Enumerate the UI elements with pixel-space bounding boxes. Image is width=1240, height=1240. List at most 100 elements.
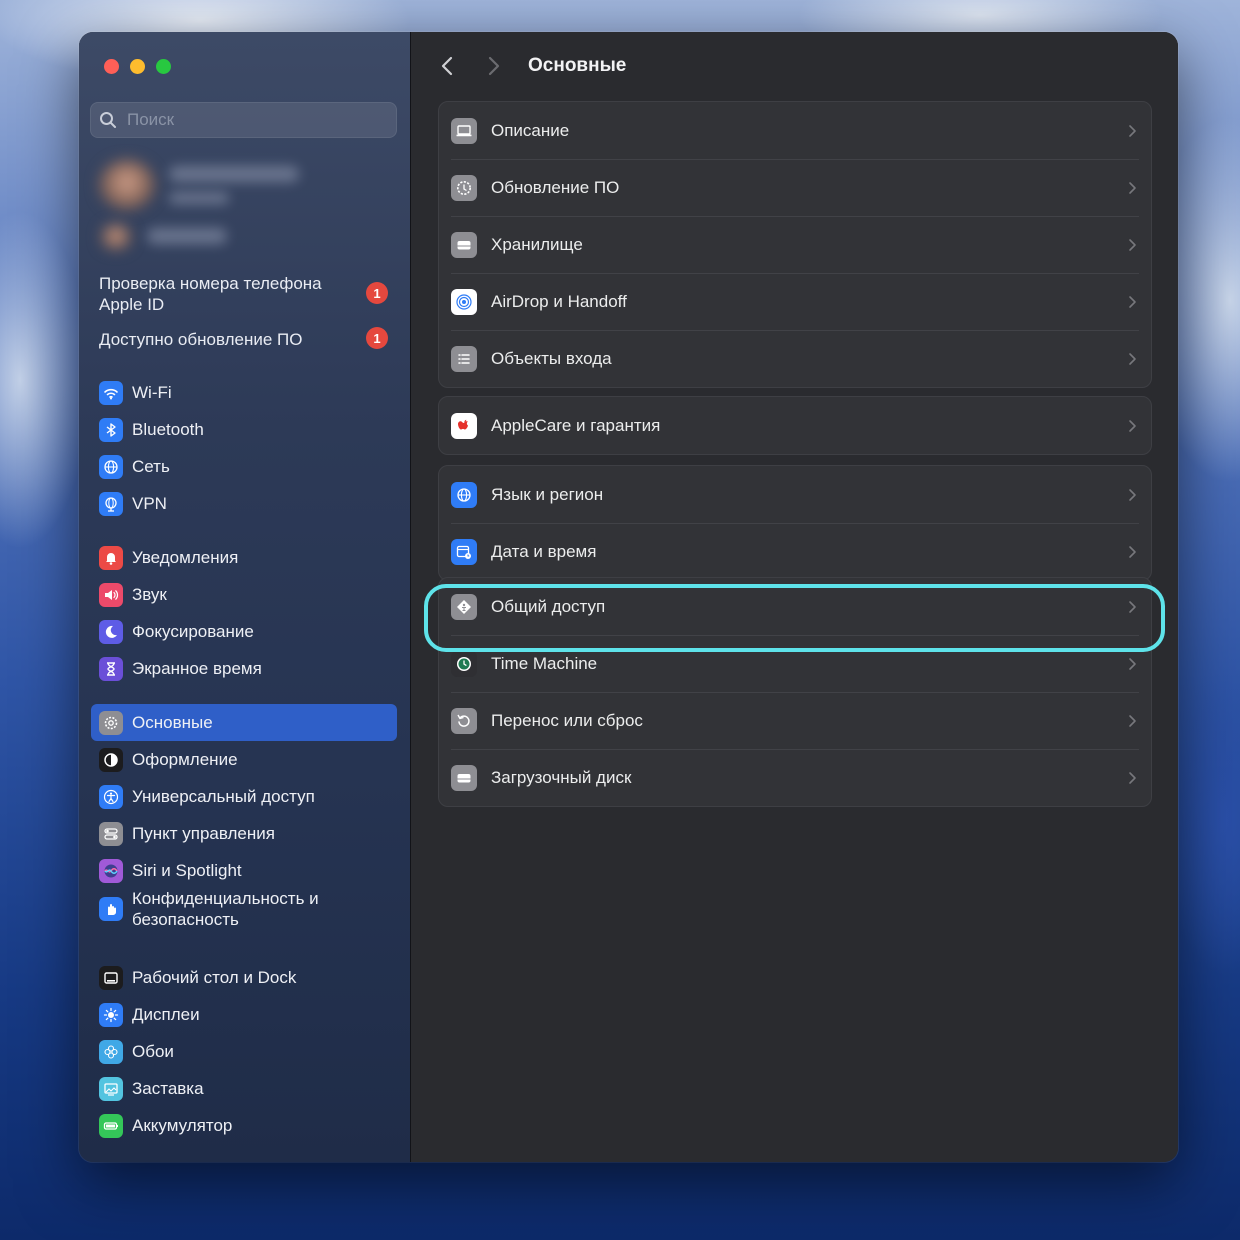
sidebar-item-label: Обои — [132, 1042, 174, 1061]
settings-row-label: Объекты входа — [491, 348, 612, 368]
sidebar-item-label: Рабочий стол и Dock — [132, 968, 297, 987]
laptop-icon — [451, 117, 477, 144]
startup-disk-icon — [451, 764, 477, 791]
sidebar-item-speaker[interactable]: Звук — [91, 576, 397, 613]
screensaver-icon — [99, 1076, 123, 1101]
settings-group: Язык и регион Дата и время — [438, 465, 1152, 581]
sidebar-item-label: Сеть — [132, 457, 170, 476]
flower-icon — [99, 1039, 123, 1064]
notice-software-update[interactable]: Доступно обновление ПО — [99, 329, 349, 350]
settings-row-label: Перенос или сброс — [491, 710, 643, 730]
sidebar-item-globe[interactable]: Сеть — [91, 448, 397, 485]
chevron-right-icon — [1129, 124, 1136, 137]
settings-row-reset[interactable]: Перенос или сброс — [439, 692, 1151, 749]
sidebar-item-vpn-globe[interactable]: VPN — [91, 485, 397, 522]
minimize-button[interactable] — [130, 59, 145, 74]
settings-row-label: Описание — [491, 120, 570, 140]
search-field[interactable] — [90, 102, 397, 138]
sidebar-item-bell[interactable]: Уведомления — [91, 539, 397, 576]
sidebar-item-siri[interactable]: Siri и Spotlight — [91, 852, 397, 889]
time-machine-icon — [451, 650, 477, 677]
search-input[interactable] — [125, 109, 379, 131]
settings-row-language-globe[interactable]: Язык и регион — [439, 466, 1151, 523]
notice-badge: 1 — [366, 327, 388, 349]
chevron-right-icon — [1129, 352, 1136, 365]
settings-row-storage[interactable]: Хранилище — [439, 216, 1151, 273]
sidebar-item-battery[interactable]: Аккумулятор — [91, 1107, 397, 1144]
sidebar-item-bluetooth[interactable]: Bluetooth — [91, 411, 397, 448]
sharing-icon — [451, 593, 477, 620]
sidebar-item-label: Универсальный доступ — [132, 787, 315, 806]
sidebar-item-gear[interactable]: Основные — [91, 704, 397, 741]
sidebar-item-hand[interactable]: Конфиденциальность и безопасность — [91, 885, 397, 933]
settings-row-time-machine[interactable]: Time Machine — [439, 635, 1151, 692]
sidebar-item-moon[interactable]: Фокусирование — [91, 613, 397, 650]
chevron-left-icon — [441, 56, 453, 76]
sidebar-item-wifi[interactable]: Wi-Fi — [91, 374, 397, 411]
sidebar-item-label: Экранное время — [132, 659, 262, 678]
sidebar-item-dock[interactable]: Рабочий стол и Dock — [91, 959, 397, 996]
sidebar-item-control-center[interactable]: Пункт управления — [91, 815, 397, 852]
forward-button[interactable] — [482, 54, 506, 78]
chevron-right-icon — [488, 56, 500, 76]
sidebar-item-hourglass[interactable]: Экранное время — [91, 650, 397, 687]
zoom-button[interactable] — [156, 59, 171, 74]
control-center-icon — [99, 821, 123, 846]
settings-row-calendar-clock[interactable]: Дата и время — [439, 523, 1151, 580]
settings-window: Проверка номера телефона Apple ID 1 Дост… — [79, 32, 1178, 1162]
settings-row-login-items[interactable]: Объекты входа — [439, 330, 1151, 387]
chevron-right-icon — [1129, 714, 1136, 727]
software-update-icon — [451, 174, 477, 201]
sidebar-item-label: Пункт управления — [132, 824, 275, 843]
chevron-right-icon — [1129, 657, 1136, 670]
wifi-icon — [99, 380, 123, 405]
settings-row-laptop[interactable]: Описание — [439, 102, 1151, 159]
hand-icon — [99, 897, 123, 921]
sun-icon — [99, 1002, 123, 1027]
hourglass-icon — [99, 656, 123, 681]
notice-apple-id-phone[interactable]: Проверка номера телефона Apple ID — [99, 273, 349, 315]
sidebar-item-label: Wi-Fi — [132, 383, 172, 402]
sidebar-item-sun[interactable]: Дисплеи — [91, 996, 397, 1033]
page-title: Основные — [528, 55, 627, 76]
settings-group: AppleCare и гарантия — [438, 396, 1152, 455]
close-button[interactable] — [104, 59, 119, 74]
sidebar-item-label: Основные — [132, 713, 213, 732]
settings-row-label: Загрузочный диск — [491, 767, 632, 787]
sidebar-item-screensaver[interactable]: Заставка — [91, 1070, 397, 1107]
reset-icon — [451, 707, 477, 734]
settings-row-airdrop[interactable]: AirDrop и Handoff — [439, 273, 1151, 330]
chevron-right-icon — [1129, 545, 1136, 558]
sidebar-item-appearance[interactable]: Оформление — [91, 741, 397, 778]
appearance-icon — [99, 747, 123, 772]
apple-icon — [451, 412, 477, 439]
chevron-right-icon — [1129, 771, 1136, 784]
sidebar-item-label: Конфиденциальность и безопасность — [132, 889, 319, 929]
sidebar-item-accessibility[interactable]: Универсальный доступ — [91, 778, 397, 815]
settings-row-label: Time Machine — [491, 653, 598, 673]
sidebar-item-label: Заставка — [132, 1079, 204, 1098]
chevron-right-icon — [1129, 238, 1136, 251]
profile-subtitle-blurred — [169, 192, 229, 204]
settings-row-startup-disk[interactable]: Загрузочный диск — [439, 749, 1151, 806]
sidebar-item-label: Siri и Spotlight — [132, 861, 242, 880]
chevron-right-icon — [1129, 295, 1136, 308]
settings-row-apple[interactable]: AppleCare и гарантия — [439, 397, 1151, 454]
settings-row-sharing[interactable]: Общий доступ — [439, 578, 1151, 635]
dock-icon — [99, 965, 123, 990]
settings-row-software-update[interactable]: Обновление ПО — [439, 159, 1151, 216]
chevron-right-icon — [1129, 419, 1136, 432]
settings-row-label: AirDrop и Handoff — [491, 291, 627, 311]
back-button[interactable] — [435, 54, 459, 78]
sidebar-item-label: Аккумулятор — [132, 1116, 233, 1135]
notice-label: Проверка номера телефона Apple ID — [99, 274, 322, 314]
search-icon — [100, 112, 116, 128]
sidebar-item-flower[interactable]: Обои — [91, 1033, 397, 1070]
siri-icon — [99, 858, 123, 883]
battery-icon — [99, 1113, 123, 1138]
apple-id-profile[interactable] — [95, 154, 315, 254]
settings-row-label: Обновление ПО — [491, 177, 620, 197]
sidebar-item-label: Bluetooth — [132, 420, 204, 439]
login-items-icon — [451, 345, 477, 372]
profile-name-blurred — [169, 166, 299, 182]
